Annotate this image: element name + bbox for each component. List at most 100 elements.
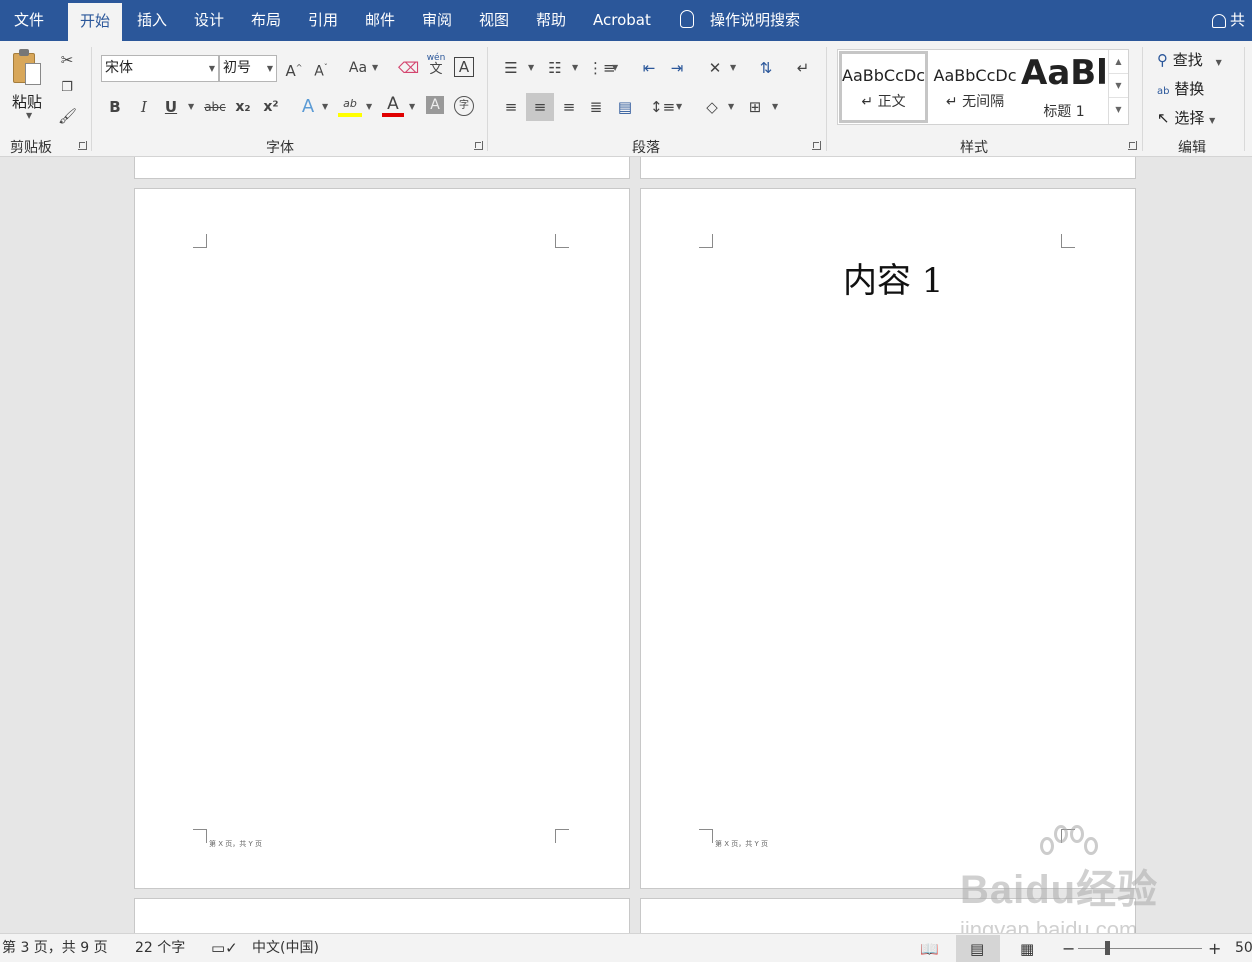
chevron-down-icon[interactable]: ▼ — [188, 96, 194, 118]
zoom-out-button[interactable]: − — [1062, 934, 1075, 962]
italic-button[interactable]: I — [135, 96, 153, 118]
chevron-down-icon[interactable]: ▼ — [322, 96, 328, 118]
align-center-icon[interactable]: ≡ — [526, 93, 554, 121]
chevron-down-icon[interactable]: ▼ — [728, 96, 734, 118]
read-mode-button[interactable]: 📖 — [908, 935, 952, 962]
superscript-button[interactable]: x² — [261, 96, 281, 118]
page-left[interactable]: 第 X 页，共 Y 页 — [134, 188, 630, 889]
paste-label[interactable]: 粘贴 — [12, 91, 42, 112]
style-heading-1[interactable]: AaBl 标题 1 — [1021, 51, 1107, 123]
bullets-icon[interactable]: ☰ — [500, 57, 522, 79]
grow-font-icon[interactable]: A^ — [284, 57, 304, 80]
tab-review[interactable]: 审阅 — [422, 0, 452, 41]
word-count[interactable]: 22 个字 — [135, 934, 185, 962]
style-no-spacing[interactable]: AaBbCcDc ↵ 无间隔 — [931, 51, 1019, 123]
tab-references[interactable]: 引用 — [308, 0, 338, 41]
tab-insert[interactable]: 插入 — [137, 0, 167, 41]
chevron-down-icon[interactable]: ▼ — [409, 96, 415, 118]
page-above-right[interactable] — [640, 157, 1136, 179]
tab-view[interactable]: 视图 — [479, 0, 509, 41]
tab-file[interactable]: 文件 — [14, 0, 44, 41]
line-spacing-icon[interactable]: ↕≡ — [650, 96, 675, 118]
align-left-icon[interactable]: ≡ — [500, 96, 522, 118]
copy-icon[interactable]: ❐ — [58, 77, 76, 99]
cut-icon[interactable]: ✂ — [58, 49, 76, 71]
enclose-characters-button[interactable]: 字 — [454, 96, 474, 116]
format-painter-icon[interactable]: 🖌 — [58, 105, 77, 127]
zoom-level[interactable]: 50 — [1235, 934, 1252, 962]
tab-layout[interactable]: 布局 — [251, 0, 281, 41]
zoom-slider-thumb[interactable] — [1105, 941, 1110, 955]
gallery-more-icon[interactable]: ▼ — [1109, 98, 1128, 122]
increase-indent-icon[interactable]: ⇥ — [666, 57, 688, 79]
select-button[interactable]: ↖ 选择 ▼ — [1157, 107, 1215, 128]
character-shading-button[interactable]: A — [426, 96, 444, 114]
font-launcher-icon[interactable] — [474, 141, 483, 150]
align-right-icon[interactable]: ≡ — [558, 96, 580, 118]
chevron-down-icon[interactable]: ▼ — [528, 57, 534, 79]
chevron-down-icon[interactable]: ▼ — [572, 57, 578, 79]
multilevel-list-icon[interactable]: ⋮≡ — [588, 57, 616, 79]
page-below-left[interactable] — [134, 898, 630, 933]
print-layout-button[interactable]: ▤ — [956, 935, 1000, 962]
chevron-down-icon: ▼ — [266, 64, 273, 73]
sort-icon[interactable]: ⇅ — [755, 57, 777, 79]
shading-icon[interactable]: ◇ — [701, 96, 723, 118]
zoom-slider-track[interactable] — [1078, 948, 1202, 949]
language-indicator[interactable]: 中文(中国) — [252, 934, 319, 962]
paragraph-launcher-icon[interactable] — [812, 141, 821, 150]
underline-button[interactable]: U — [162, 96, 180, 118]
web-layout-button[interactable]: ▦ — [1008, 935, 1052, 962]
clear-formatting-icon[interactable]: ⌫ — [398, 57, 419, 79]
shrink-font-icon[interactable]: Aˇ — [311, 57, 331, 80]
justify-icon[interactable]: ≣ — [585, 96, 607, 118]
font-size-combo[interactable]: 初号 ▼ — [219, 55, 277, 82]
font-color-button[interactable]: A — [382, 93, 404, 117]
bold-button[interactable]: B — [106, 96, 124, 118]
font-group-label: 字体 — [266, 140, 294, 156]
borders-icon[interactable]: ⊞ — [744, 96, 766, 118]
numbering-icon[interactable]: ☷ — [544, 57, 566, 79]
document-area[interactable]: 第 X 页，共 Y 页 内容 1 第 X 页，共 Y 页 Baidu经验 jin… — [0, 157, 1252, 933]
chevron-down-icon[interactable]: ▼ — [612, 57, 618, 79]
distributed-icon[interactable]: ▤ — [614, 96, 636, 118]
page-above-left[interactable] — [134, 157, 630, 179]
chevron-down-icon[interactable]: ▼ — [676, 96, 682, 118]
tab-mailings[interactable]: 邮件 — [365, 0, 395, 41]
zoom-in-button[interactable]: + — [1208, 934, 1221, 962]
page-count[interactable]: 第 3 页，共 9 页 — [2, 934, 108, 962]
subscript-button[interactable]: x₂ — [233, 96, 253, 118]
highlight-color-button[interactable]: ab — [338, 93, 362, 117]
decrease-indent-icon[interactable]: ⇤ — [638, 57, 660, 79]
clipboard-launcher-icon[interactable] — [78, 141, 87, 150]
phonetic-guide-icon[interactable]: wén 文 — [426, 53, 446, 79]
share-button[interactable]: 共 — [1212, 0, 1252, 41]
chevron-down-icon[interactable]: ▼ — [772, 96, 778, 118]
replace-button[interactable]: ab 替换 — [1157, 78, 1204, 99]
styles-launcher-icon[interactable] — [1128, 141, 1137, 150]
change-case-button[interactable]: Aa — [346, 57, 370, 79]
find-button[interactable]: ⚲ 查找 ▼ — [1157, 49, 1222, 70]
chevron-down-icon[interactable]: ▼ — [730, 57, 736, 79]
document-heading[interactable]: 内容 1 — [843, 253, 943, 302]
tab-design[interactable]: 设计 — [194, 0, 224, 41]
chevron-down-icon[interactable]: ▼ — [372, 57, 378, 79]
tab-help[interactable]: 帮助 — [536, 0, 566, 41]
text-effects-icon[interactable]: A — [298, 96, 318, 118]
tab-home[interactable]: 开始 — [68, 3, 123, 41]
chevron-down-icon[interactable]: ▼ — [366, 96, 372, 118]
show-formatting-marks-icon[interactable]: ↵ — [792, 57, 814, 79]
chinese-layout-icon[interactable]: ✕ — [704, 57, 726, 79]
tab-acrobat[interactable]: Acrobat — [593, 0, 651, 41]
page-right[interactable]: 内容 1 第 X 页，共 Y 页 — [640, 188, 1136, 889]
font-name-combo[interactable]: 宋体 ▼ — [101, 55, 219, 82]
character-border-icon[interactable]: A — [454, 57, 474, 77]
strikethrough-button[interactable]: abc — [202, 96, 228, 118]
scroll-down-icon[interactable]: ▼ — [1109, 74, 1128, 98]
paste-dropdown-icon[interactable]: ▼ — [26, 111, 32, 120]
scroll-up-icon[interactable]: ▲ — [1109, 50, 1128, 74]
style-normal[interactable]: AaBbCcDc ↵ 正文 — [839, 51, 928, 123]
paste-button[interactable] — [13, 49, 43, 87]
proofing-icon[interactable]: ▭✓ — [211, 934, 238, 962]
tell-me-search[interactable]: 操作说明搜索 — [680, 0, 800, 41]
